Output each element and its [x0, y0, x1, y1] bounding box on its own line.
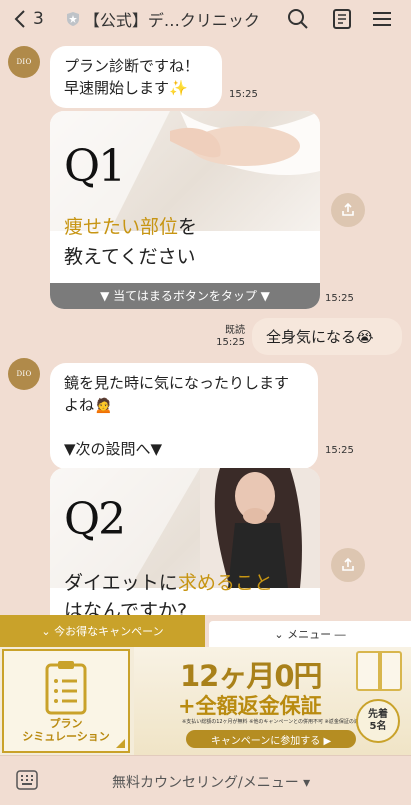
question-line1: ダイエットに求めること: [64, 572, 273, 594]
join-campaign-button[interactable]: キャンペーンに参加する ▶: [186, 730, 356, 748]
chat-area[interactable]: DIO プラン診断ですね！ 早速開始します✨ 15:25 Q1 痩せたい部位を …: [0, 38, 411, 615]
chat-title: 【公式】デ…クリニック: [83, 11, 260, 30]
banner-headline: 12ヶ月0円: [180, 659, 323, 693]
message-bubble[interactable]: 鏡を見た時に気になったりします よね🙍 ▼次の設問へ▼: [50, 363, 318, 469]
tap-button-bar[interactable]: ▼ 当てはまるボタンをタップ ▼: [50, 283, 320, 309]
message-time: 15:25: [325, 445, 354, 456]
share-button[interactable]: [331, 548, 365, 582]
rich-menu: プラン シミュレーション 12ヶ月0円 +全額返金保証 ※支払い総額の12ヶ月が…: [0, 647, 411, 755]
campaign-banner[interactable]: 12ヶ月0円 +全額返金保証 ※支払い総額の12ヶ月が無料 ※他のキャンペーンと…: [134, 647, 411, 755]
message-bubble[interactable]: プラン診断ですね！ 早速開始します✨: [50, 46, 222, 108]
share-icon: [342, 557, 354, 571]
plan-simulation-button[interactable]: プラン シミュレーション: [2, 649, 130, 753]
avatar[interactable]: DIO: [8, 46, 40, 78]
notes-icon[interactable]: [330, 7, 354, 31]
share-icon: [342, 202, 354, 216]
gift-box-icon: [356, 651, 402, 691]
limited-badge: 先着 5名: [356, 699, 400, 743]
question-line2: はなんですか?: [64, 600, 188, 615]
banner-subheadline: +全額返金保証: [178, 694, 322, 718]
question-card-q1[interactable]: Q1 痩せたい部位を 教えてください ▼ 当てはまるボタンをタップ ▼: [50, 111, 320, 309]
footer-bar: 無料カウンセリング/メニュー ▾: [0, 755, 411, 805]
back-button[interactable]: 3: [12, 9, 44, 29]
my-message-bubble[interactable]: 全身気になる😭: [252, 318, 402, 355]
plan-label: プラン シミュレーション: [22, 717, 110, 743]
message-time: 15:25: [325, 293, 354, 304]
share-button[interactable]: [331, 193, 365, 227]
search-icon[interactable]: [286, 7, 310, 31]
clipboard-icon: [45, 661, 87, 715]
question-card-q2[interactable]: Q2 ダイエットに求めること はなんですか?: [50, 468, 320, 615]
question-line2: 教えてください: [64, 246, 196, 268]
rich-menu-tabs: ⌄ 今お得なキャンペーン ⌄ メニュー ―: [0, 615, 411, 647]
read-status: 既読 15:25: [216, 325, 245, 348]
avatar[interactable]: DIO: [8, 358, 40, 390]
question-number: Q2: [64, 494, 126, 545]
chat-header: 3 【公式】デ…クリニック: [0, 0, 411, 38]
unread-count: 3: [33, 9, 44, 29]
keyboard-icon[interactable]: [16, 770, 38, 790]
hamburger-menu-icon[interactable]: [370, 7, 394, 31]
question-line1: 痩せたい部位を: [64, 216, 198, 238]
corner-triangle: [116, 739, 125, 748]
verified-shield-icon: [66, 12, 79, 26]
chevron-left-icon: [14, 10, 25, 28]
rich-menu-toggle[interactable]: 無料カウンセリング/メニュー ▾: [112, 772, 310, 792]
tab-menu[interactable]: ⌄ メニュー ―: [209, 621, 411, 647]
question-number: Q1: [64, 141, 126, 192]
tab-campaign[interactable]: ⌄ 今お得なキャンペーン: [0, 615, 205, 647]
message-time: 15:25: [229, 89, 258, 100]
